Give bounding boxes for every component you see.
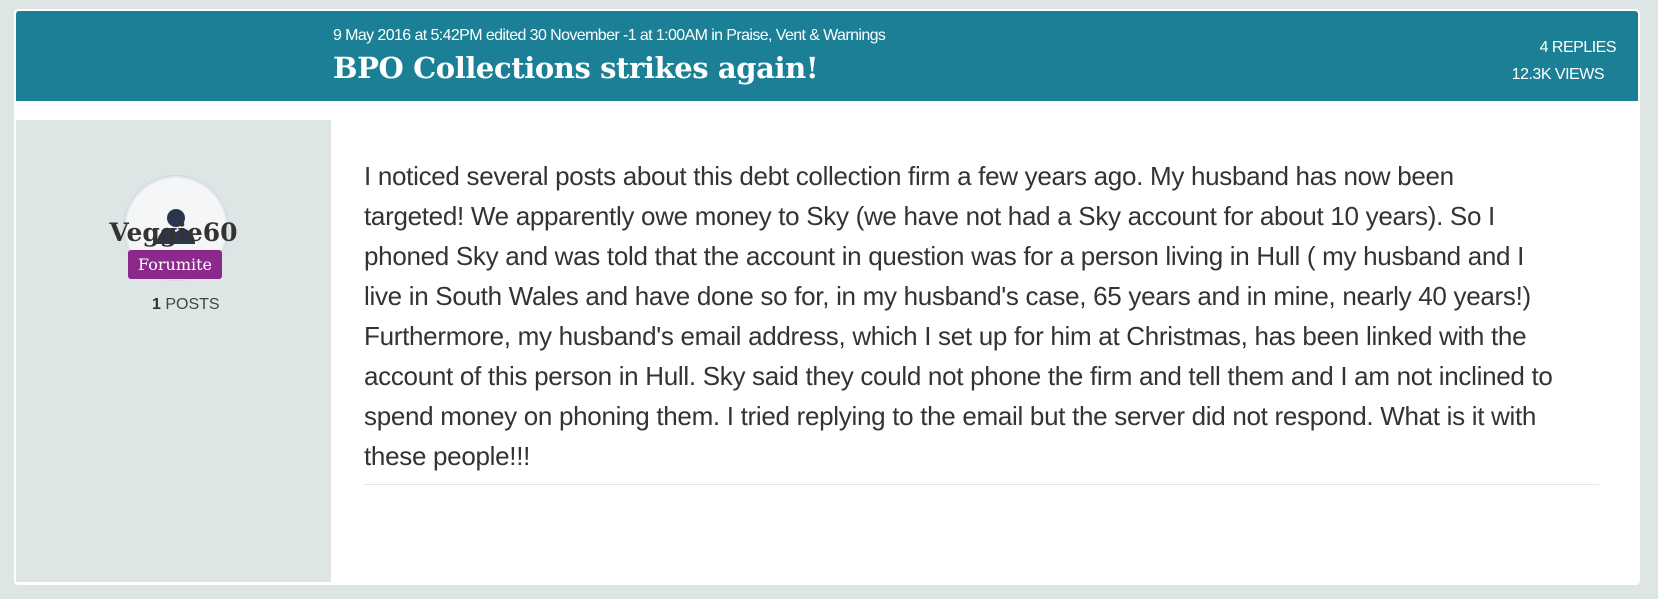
- role-badge: Forumite: [128, 250, 222, 279]
- post-meta: 9 May 2016 at 5:42PM edited 30 November …: [333, 27, 886, 44]
- discussion-stats: 4 REPLIES 12.3K VIEWS: [1511, 34, 1617, 88]
- author-name[interactable]: Veggie60: [16, 218, 331, 247]
- replies-count: 4 REPLIES: [1539, 39, 1617, 56]
- views-count: 12.3K VIEWS: [1511, 66, 1605, 83]
- divider: [364, 484, 1599, 485]
- post-body: I noticed several posts about this debt …: [364, 161, 1553, 471]
- posts-label: POSTS: [165, 296, 220, 313]
- discussion-title[interactable]: BPO Collections strikes again!: [333, 51, 819, 85]
- author-sidebar: Veggie60 Forumite 1 POSTS: [16, 120, 331, 582]
- post-content: I noticed several posts about this debt …: [331, 120, 1638, 582]
- discussion-header: 9 May 2016 at 5:42PM edited 30 November …: [16, 11, 1638, 101]
- posts-count: 1: [152, 296, 161, 313]
- author-posts: 1 POSTS: [152, 296, 220, 314]
- discussion-card: 9 May 2016 at 5:42PM edited 30 November …: [14, 9, 1640, 585]
